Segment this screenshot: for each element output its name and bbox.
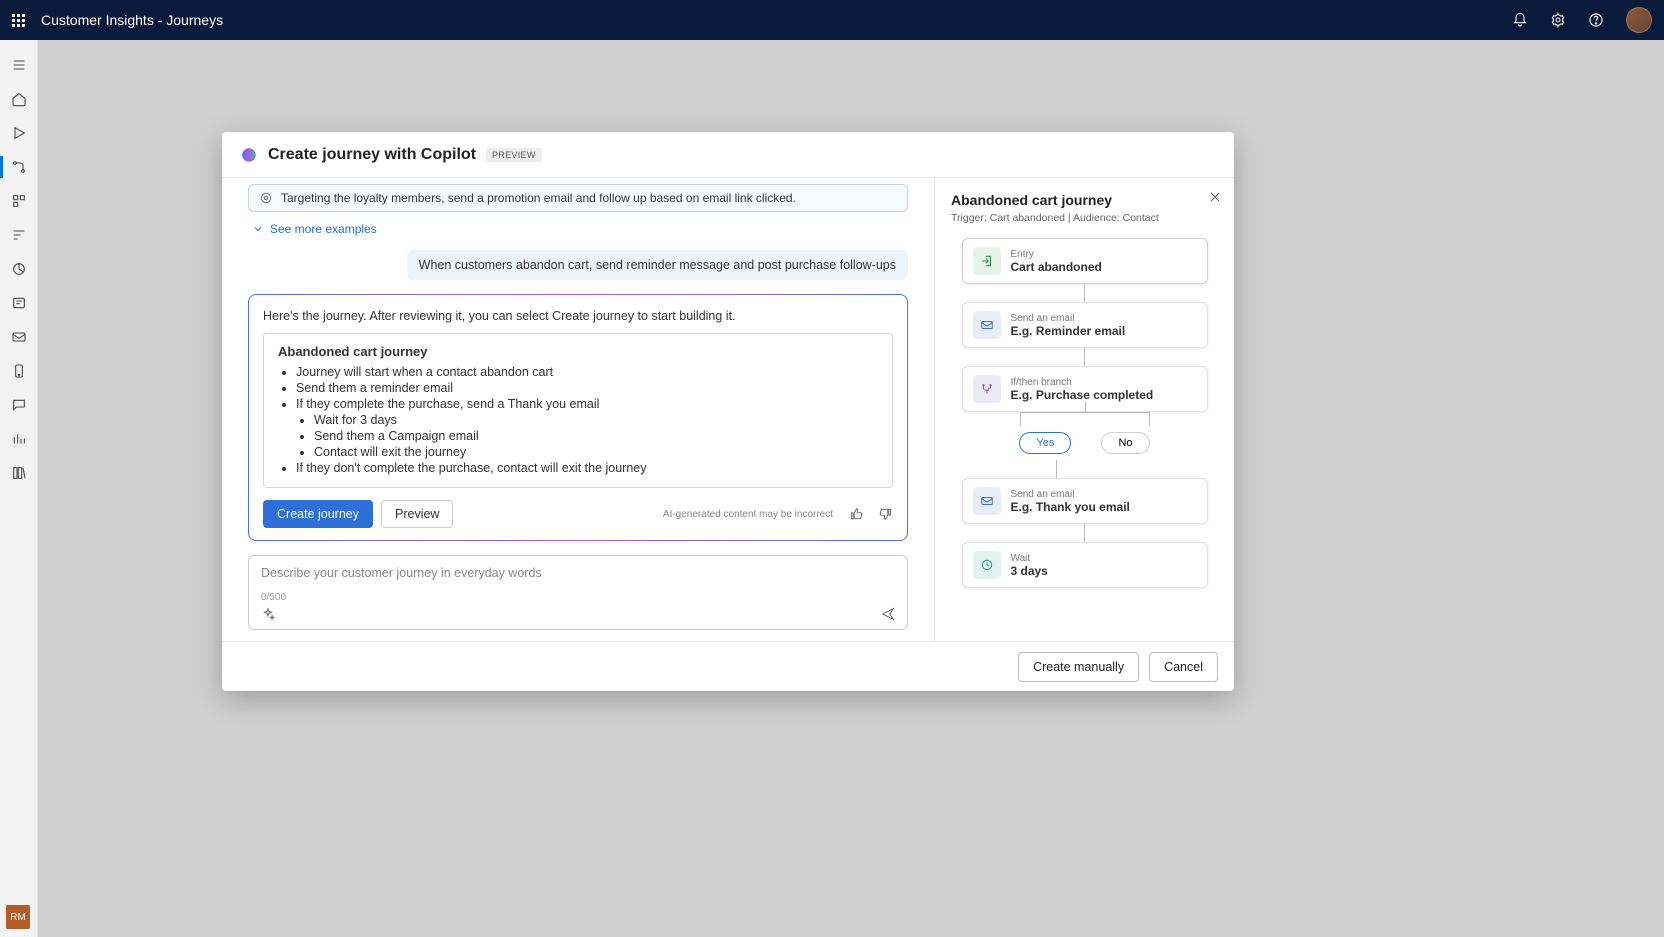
flow-value: Cart abandoned [1011, 260, 1102, 274]
nav-triggers[interactable] [0, 218, 37, 252]
outline-bullet: Journey will start when a contact abando… [296, 365, 878, 379]
notifications-icon[interactable] [1512, 12, 1528, 28]
nav-home[interactable] [0, 82, 37, 116]
preview-button[interactable]: Preview [381, 500, 453, 528]
user-message-bubble: When customers abandon cart, send remind… [407, 250, 908, 280]
nav-journeys[interactable] [0, 150, 37, 184]
thumbs-up-icon[interactable] [849, 507, 863, 521]
flow-node-email-thankyou[interactable]: Send an emailE.g. Thank you email [962, 478, 1208, 524]
flow-value: E.g. Thank you email [1011, 500, 1130, 514]
app-header: Customer Insights - Journeys [0, 0, 1664, 40]
copilot-chat-panel: Targeting the loyalty members, send a pr… [222, 178, 934, 641]
flow-label: Send an email [1011, 313, 1126, 324]
preview-panel-subtitle: Trigger: Cart abandoned | Audience: Cont… [951, 212, 1218, 224]
see-more-examples-link[interactable]: See more examples [252, 222, 904, 236]
branch-no-pill[interactable]: No [1101, 432, 1149, 454]
prompt-input-box[interactable]: Describe your customer journey in everyd… [248, 555, 908, 630]
char-count: 0/500 [261, 592, 895, 603]
nav-email[interactable] [0, 320, 37, 354]
chevron-down-icon [252, 223, 264, 235]
nav-analytics[interactable] [0, 252, 37, 286]
modal-title: Create journey with Copilot [268, 146, 476, 164]
outline-bullet: If they don't complete the purchase, con… [296, 461, 878, 475]
branch-connector [1020, 412, 1150, 426]
nav-forms[interactable] [0, 286, 37, 320]
thumbs-down-icon[interactable] [879, 507, 893, 521]
nav-phone[interactable] [0, 354, 37, 388]
journey-flow: EntryCart abandoned Send an emailE.g. Re… [951, 238, 1218, 588]
outline-sub-bullet: Send them a Campaign email [314, 429, 878, 443]
persona-badge[interactable]: RM [6, 905, 30, 929]
flow-label: Send an email [1011, 489, 1130, 500]
app-title: Customer Insights - Journeys [41, 12, 223, 28]
cancel-button[interactable]: Cancel [1149, 652, 1218, 682]
close-icon[interactable] [1208, 190, 1222, 204]
suggestion-chip[interactable]: Targeting the loyalty members, send a pr… [248, 184, 908, 212]
help-icon[interactable] [1588, 12, 1604, 28]
flow-connector [1084, 348, 1085, 366]
modal-header: Create journey with Copilot PREVIEW [222, 132, 1234, 178]
outline-bullet: Send them a reminder email [296, 381, 878, 395]
ai-response-card: Here's the journey. After reviewing it, … [248, 294, 908, 541]
sparkle-icon[interactable] [261, 607, 275, 621]
journey-outline: Abandoned cart journey Journey will star… [263, 333, 893, 488]
create-journey-modal: Create journey with Copilot PREVIEW Targ… [222, 132, 1234, 691]
flow-node-wait[interactable]: Wait3 days [962, 542, 1208, 588]
prompt-placeholder: Describe your customer journey in everyd… [261, 566, 895, 580]
flow-connector [1056, 460, 1057, 478]
flow-value: 3 days [1011, 564, 1048, 578]
nav-play[interactable] [0, 116, 37, 150]
flow-value: E.g. Reminder email [1011, 324, 1126, 338]
mail-icon [973, 487, 1001, 515]
nav-library[interactable] [0, 456, 37, 490]
outline-sub-bullet: Contact will exit the journey [314, 445, 878, 459]
nav-reports[interactable] [0, 422, 37, 456]
outline-title: Abandoned cart journey [278, 344, 878, 359]
outline-sub-bullet: Wait for 3 days [314, 413, 878, 427]
flow-label: Entry [1011, 249, 1102, 260]
see-more-label: See more examples [270, 222, 377, 236]
nav-hamburger[interactable] [0, 48, 37, 82]
create-manually-button[interactable]: Create manually [1018, 652, 1139, 682]
flow-node-entry[interactable]: EntryCart abandoned [962, 238, 1208, 284]
ai-response-intro: Here's the journey. After reviewing it, … [263, 309, 893, 323]
user-avatar[interactable] [1626, 7, 1652, 33]
preview-badge: PREVIEW [486, 148, 542, 162]
ai-disclaimer-text: AI-generated content may be incorrect [663, 509, 833, 520]
target-icon [259, 191, 273, 205]
create-journey-button[interactable]: Create journey [263, 500, 373, 528]
outline-bullet: If they complete the purchase, send a Th… [296, 397, 878, 411]
flow-value: E.g. Purchase completed [1011, 388, 1154, 402]
journey-preview-panel: Abandoned cart journey Trigger: Cart aba… [934, 178, 1234, 641]
flow-label: If/then branch [1011, 377, 1154, 388]
flow-node-email-reminder[interactable]: Send an emailE.g. Reminder email [962, 302, 1208, 348]
left-navigation: RM [0, 40, 38, 937]
copilot-icon [240, 146, 258, 164]
modal-footer: Create manually Cancel [222, 641, 1234, 691]
flow-connector [1084, 284, 1085, 302]
flow-connector [1084, 524, 1085, 542]
preview-panel-title: Abandoned cart journey [951, 192, 1218, 208]
mail-icon [973, 311, 1001, 339]
branch-yes-pill[interactable]: Yes [1019, 432, 1071, 454]
settings-icon[interactable] [1550, 12, 1566, 28]
enter-icon [973, 247, 1001, 275]
suggestion-chip-text: Targeting the loyalty members, send a pr… [281, 191, 796, 205]
send-icon[interactable] [881, 607, 895, 621]
app-launcher-icon[interactable] [12, 14, 25, 27]
wait-icon [973, 551, 1001, 579]
nav-chat[interactable] [0, 388, 37, 422]
branch-options: Yes No [1019, 432, 1149, 454]
branch-icon [973, 375, 1001, 403]
flow-label: Wait [1011, 553, 1048, 564]
nav-segments[interactable] [0, 184, 37, 218]
